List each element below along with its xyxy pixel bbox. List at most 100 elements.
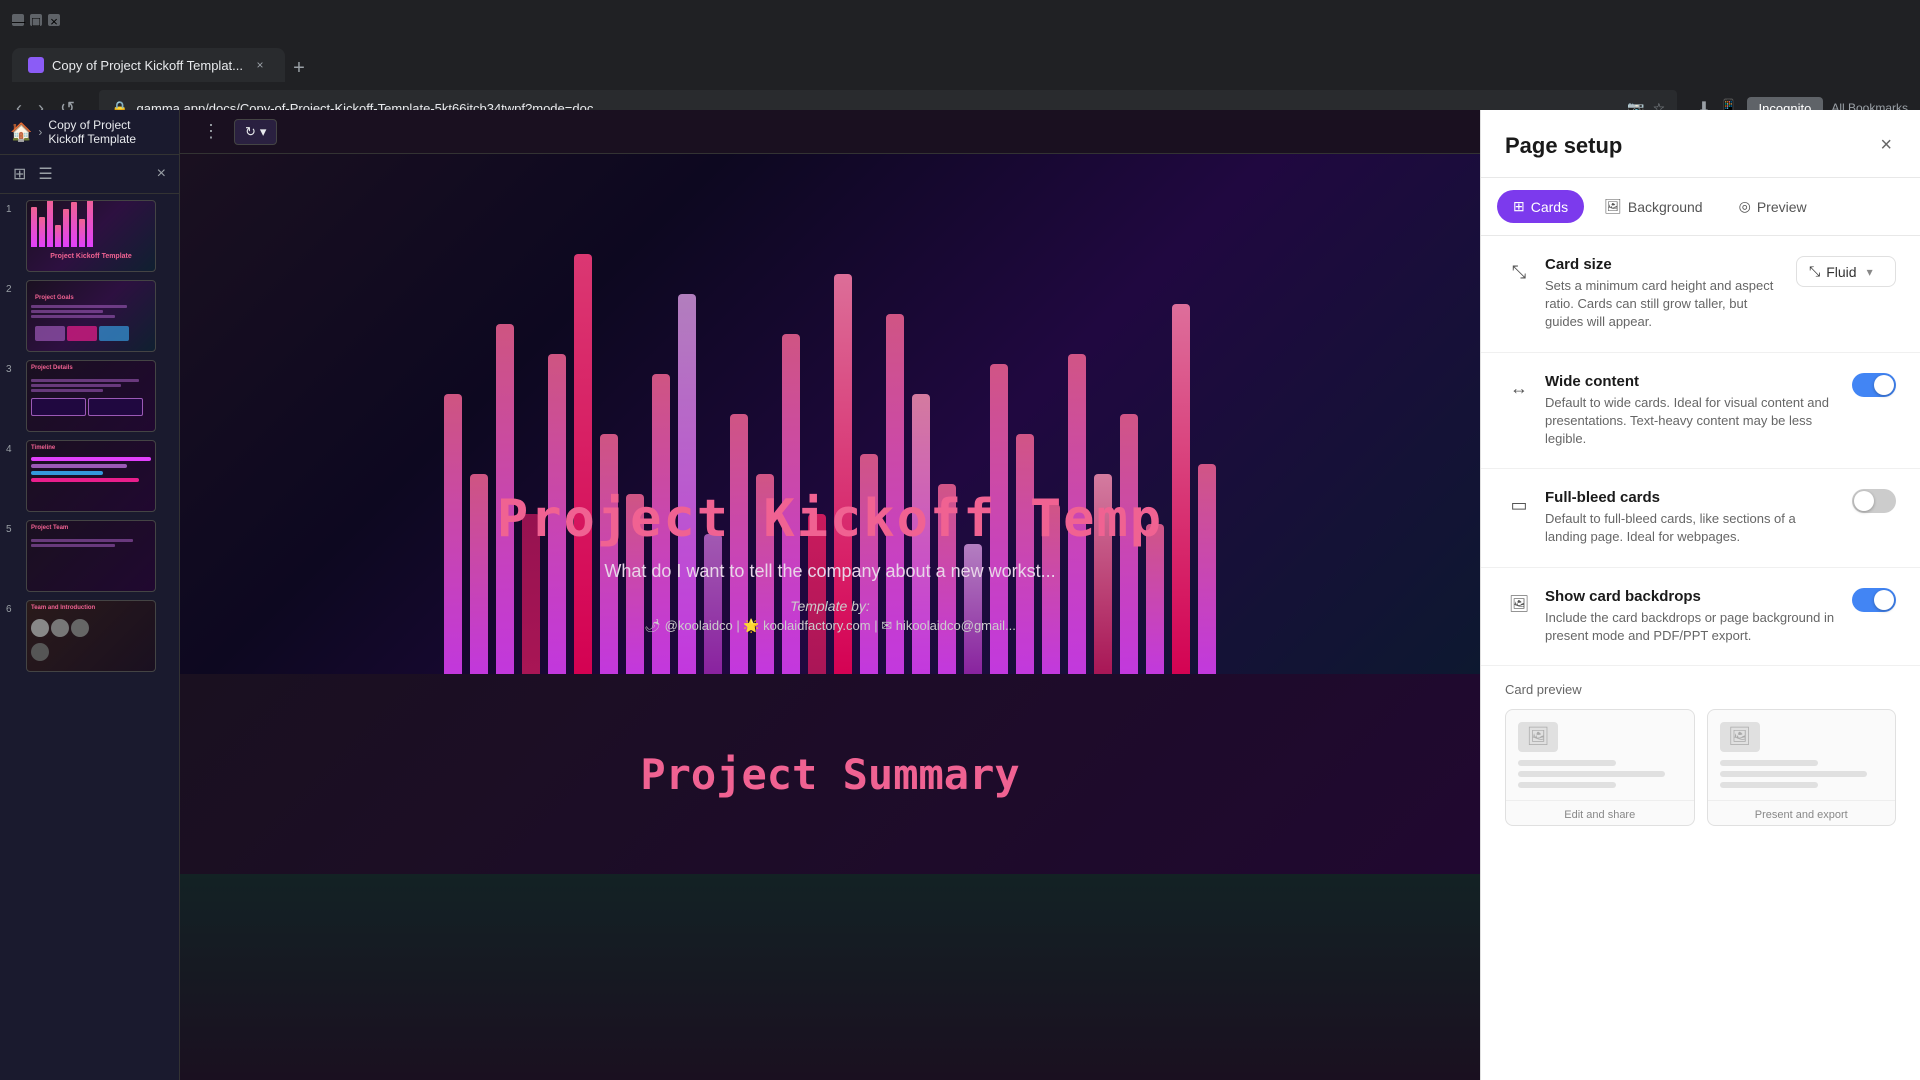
show-backdrops-control <box>1852 588 1896 612</box>
breadcrumb-home-icon[interactable]: 🏠 <box>10 122 32 143</box>
active-tab[interactable]: Copy of Project Kickoff Templat... × <box>12 48 285 82</box>
slide-item[interactable]: 5 Project Team <box>4 518 175 594</box>
panel-title: Page setup <box>1505 133 1622 159</box>
sidebar-toolbar: ⊞ ☰ × <box>0 155 179 194</box>
panel-content: ⤡ Card size Sets a minimum card height a… <box>1481 236 1920 1080</box>
present-export-card-inner: 🖼 <box>1708 710 1896 800</box>
cards-tab-label: Cards <box>1531 199 1568 215</box>
slide-item[interactable]: 6 Team and Introduction <box>4 598 175 674</box>
credits-text: @koolaidco | 🌟 koolaidfactory.com | ✉ hi… <box>665 618 1016 634</box>
wide-content-text: Wide content Default to wide cards. Idea… <box>1545 373 1840 449</box>
preview-tab-label: Preview <box>1757 199 1807 215</box>
preview-line-short <box>1518 782 1616 788</box>
full-bleed-section: ▭ Full-bleed cards Default to full-bleed… <box>1481 469 1920 567</box>
card-size-control: ⤡ Fluid ▾ <box>1796 256 1896 287</box>
show-backdrops-section: 🖼 Show card backdrops Include the card b… <box>1481 568 1920 666</box>
browser-chrome: — □ × Copy of Project Kickoff Templat...… <box>0 0 1920 110</box>
slide-number: 6 <box>6 604 20 615</box>
slide-number: 3 <box>6 364 20 375</box>
wide-content-icon: ↔ <box>1505 375 1533 403</box>
preview-line-short <box>1720 760 1818 766</box>
slide-menu-button[interactable]: ⋮ <box>196 117 226 146</box>
wide-content-desc: Default to wide cards. Ideal for visual … <box>1545 394 1840 449</box>
window-controls: — □ × <box>12 14 60 26</box>
wide-content-control <box>1852 373 1896 397</box>
sidebar-header: 🏠 › Copy of Project Kickoff Template <box>0 110 179 155</box>
dropdown-icon: ⤡ <box>1809 263 1820 280</box>
slide-item[interactable]: 3 Project Details <box>4 358 175 434</box>
summary-title: Project Summary <box>640 750 1019 799</box>
preview-lines <box>1518 760 1682 788</box>
window-close-button[interactable]: × <box>48 14 60 26</box>
tab-cards[interactable]: ⊞ Cards <box>1497 190 1584 223</box>
panel-tabs: ⊞ Cards 🖼 Background ◎ Preview <box>1481 178 1920 236</box>
tab-close-button[interactable]: × <box>251 56 269 74</box>
rotate-icon: ↻ <box>245 124 256 140</box>
slide-thumbnail: Timeline <box>26 440 156 512</box>
list-view-button[interactable]: ☰ <box>35 161 55 187</box>
wide-content-toggle[interactable] <box>1852 373 1896 397</box>
edit-share-card-inner: 🖼 <box>1506 710 1694 800</box>
card-preview-label: Card preview <box>1505 682 1896 697</box>
show-backdrops-label: Show card backdrops <box>1545 588 1840 605</box>
preview-tab-icon: ◎ <box>1739 198 1751 215</box>
card-size-text: Card size Sets a minimum card height and… <box>1545 256 1784 332</box>
slide-number: 4 <box>6 444 20 455</box>
card-size-section: ⤡ Card size Sets a minimum card height a… <box>1481 236 1920 353</box>
breadcrumb-separator: › <box>38 125 42 139</box>
slide-thumbnail: Project Details <box>26 360 156 432</box>
preview-image-icon: 🖼 <box>1720 722 1760 752</box>
tab-background[interactable]: 🖼 Background <box>1588 190 1719 223</box>
card-size-icon: ⤡ <box>1505 258 1533 286</box>
wide-content-row: ↔ Wide content Default to wide cards. Id… <box>1505 373 1896 449</box>
show-backdrops-text: Show card backdrops Include the card bac… <box>1545 588 1840 645</box>
hero-bars <box>180 154 1480 674</box>
full-bleed-text: Full-bleed cards Default to full-bleed c… <box>1545 489 1840 546</box>
rotate-button[interactable]: ↻ ▾ <box>234 119 277 145</box>
wide-content-section: ↔ Wide content Default to wide cards. Id… <box>1481 353 1920 470</box>
page-setup-panel: Page setup × ⊞ Cards 🖼 Background ◎ Prev… <box>1480 110 1920 1080</box>
grid-view-button[interactable]: ⊞ <box>10 161 29 187</box>
slides-canvas[interactable]: Project Kickoff Temp What do I want to t… <box>180 154 1480 1080</box>
show-backdrops-icon: 🖼 <box>1505 590 1533 618</box>
preview-line-long <box>1720 771 1867 777</box>
slide-item[interactable]: 2 Project Goals <box>4 278 175 354</box>
hero-title: Project Kickoff Temp <box>497 489 1163 549</box>
full-bleed-toggle[interactable] <box>1852 489 1896 513</box>
sidebar-close-button[interactable]: × <box>154 162 169 186</box>
show-backdrops-toggle[interactable] <box>1852 588 1896 612</box>
app-container: 🏠 › Copy of Project Kickoff Template ⊞ ☰… <box>0 110 1920 1080</box>
canvas-toolbar: ⋮ ↻ ▾ <box>180 110 1480 154</box>
show-backdrops-desc: Include the card backdrops or page backg… <box>1545 609 1840 645</box>
full-bleed-icon: ▭ <box>1505 491 1533 519</box>
hero-template-by: Template by: <box>790 598 870 614</box>
present-export-label: Present and export <box>1708 800 1896 825</box>
preview-line-long <box>1518 771 1665 777</box>
preview-image-icon: 🖼 <box>1518 722 1558 752</box>
panel-close-button[interactable]: × <box>1876 130 1896 161</box>
edit-share-preview-card: 🖼 Edit and share <box>1505 709 1695 826</box>
card-size-dropdown[interactable]: ⤡ Fluid ▾ <box>1796 256 1896 287</box>
summary-slide: Project Summary <box>180 674 1480 874</box>
preview-line-short <box>1720 782 1818 788</box>
slide-item[interactable]: 1 Project Kickoff Template <box>4 198 175 274</box>
tab-title: Copy of Project Kickoff Templat... <box>52 58 243 73</box>
tab-preview[interactable]: ◎ Preview <box>1723 190 1823 223</box>
window-minimize-button[interactable]: — <box>12 14 24 26</box>
hero-subtitle: What do I want to tell the company about… <box>604 561 1055 582</box>
present-export-preview-card: 🖼 Present and export <box>1707 709 1897 826</box>
breadcrumb-title: Copy of Project Kickoff Template <box>48 118 169 146</box>
tab-bar: Copy of Project Kickoff Templat... × + <box>0 40 1920 82</box>
show-backdrops-row: 🖼 Show card backdrops Include the card b… <box>1505 588 1896 645</box>
new-tab-button[interactable]: + <box>285 54 313 82</box>
slide-thumbnail: Project Team <box>26 520 156 592</box>
tab-favicon <box>28 57 44 73</box>
main-content: ⋮ ↻ ▾ <box>180 110 1480 1080</box>
preview-line-short <box>1518 760 1616 766</box>
dropdown-value: Fluid <box>1826 264 1856 280</box>
card-size-label: Card size <box>1545 256 1784 273</box>
slide-list: 1 Project Kickoff Template <box>0 194 179 1080</box>
wide-content-label: Wide content <box>1545 373 1840 390</box>
window-maximize-button[interactable]: □ <box>30 14 42 26</box>
slide-item[interactable]: 4 Timeline <box>4 438 175 514</box>
